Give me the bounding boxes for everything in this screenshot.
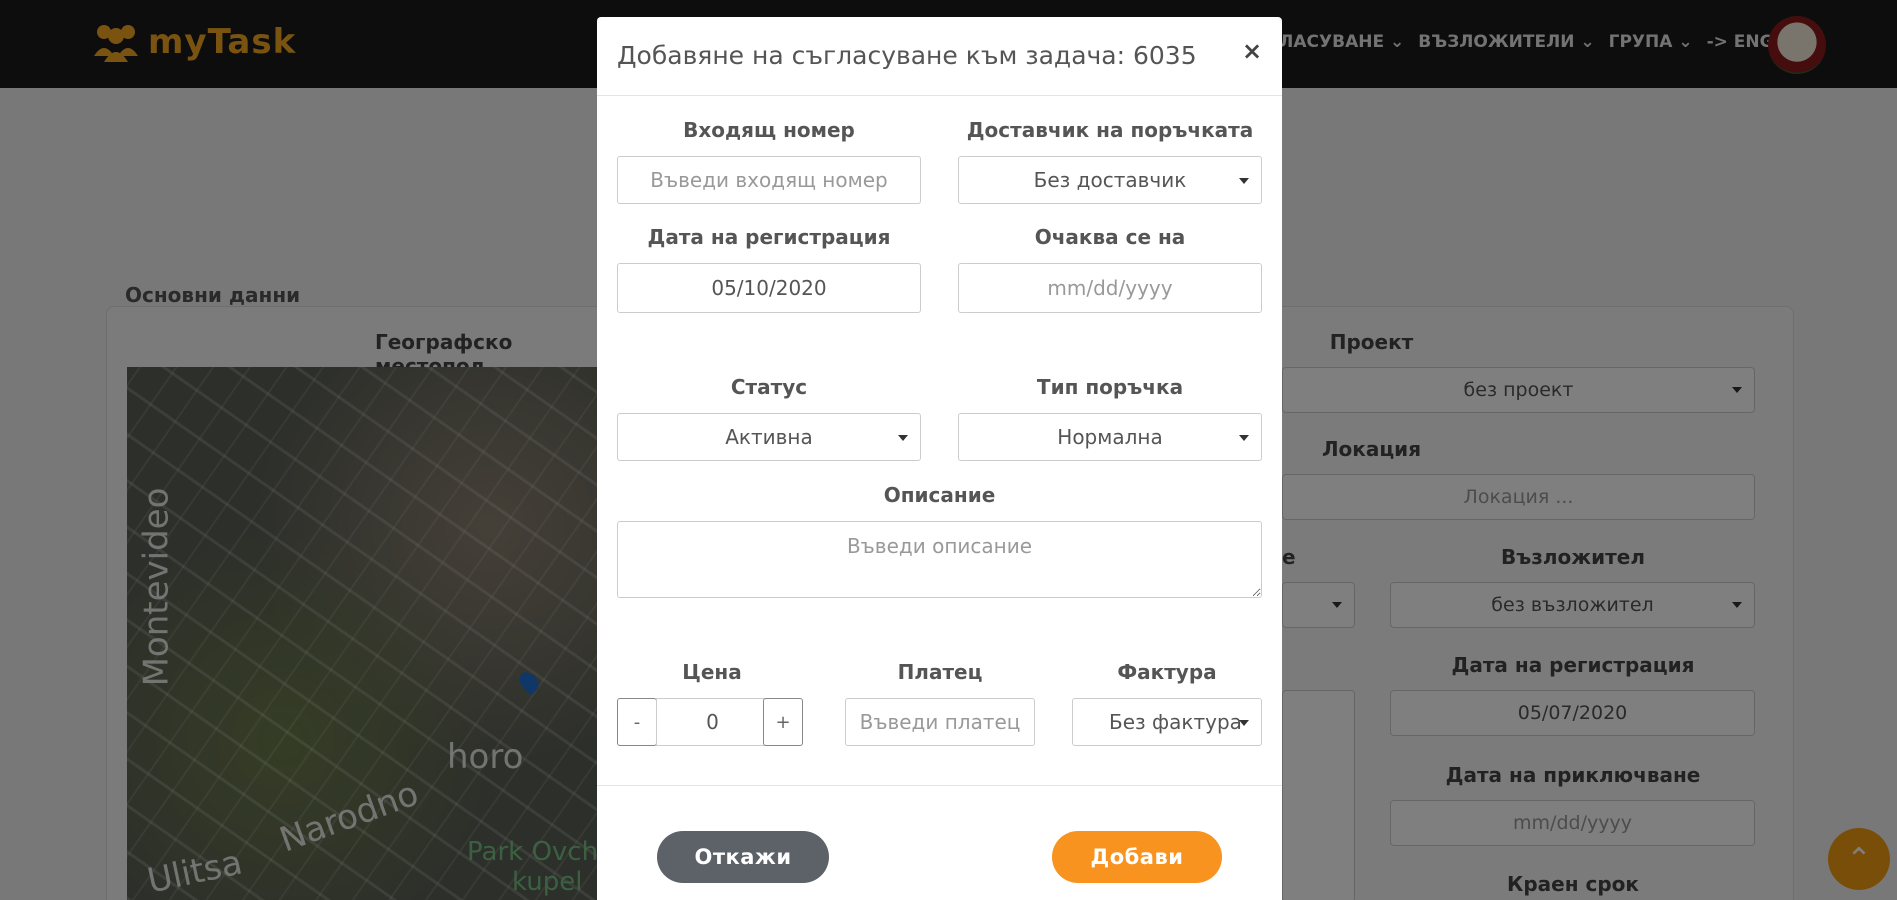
modal-header: Добавяне на съгласуване към задача: 6035… [597,17,1282,96]
cancel-button[interactable]: Откажи [657,831,829,883]
price-increment-button[interactable]: + [763,698,803,746]
price-input[interactable]: 0 [656,698,769,746]
modal-title: Добавяне на съгласуване към задача: 6035 [617,41,1197,70]
description-label: Описание [883,483,996,507]
invoice-select[interactable]: Без фактура [1072,698,1262,746]
caret-down-icon [1239,178,1249,184]
reg-date-label: Дата на регистрация [647,225,891,249]
invoice-value: Без фактура [1109,710,1242,734]
payer-label: Платец [897,660,983,684]
expected-date-label: Очаква се на [1034,225,1186,249]
status-label: Статус [730,375,808,399]
reg-date-input[interactable]: 05/10/2020 [617,263,921,313]
add-button[interactable]: Добави [1052,831,1222,883]
order-type-select[interactable]: Нормална [958,413,1262,461]
order-type-label: Тип поръчка [1036,375,1184,399]
add-agreement-modal: Добавяне на съгласуване към задача: 6035… [597,17,1282,900]
caret-down-icon [1239,720,1249,726]
price-decrement-button[interactable]: - [617,698,657,746]
supplier-label: Доставчик на поръчката [966,118,1254,142]
payer-input[interactable] [845,698,1035,746]
status-value: Активна [725,425,813,449]
incoming-number-input[interactable] [617,156,921,204]
close-icon[interactable]: × [1242,37,1262,65]
supplier-select[interactable]: Без доставчик [958,156,1262,204]
supplier-value: Без доставчик [1033,168,1187,192]
incoming-number-label: Входящ номер [683,118,855,142]
status-select[interactable]: Активна [617,413,921,461]
caret-down-icon [898,435,908,441]
caret-down-icon [1239,435,1249,441]
price-label: Цена [682,660,742,684]
order-type-value: Нормална [1057,425,1163,449]
expected-date-input[interactable]: mm/dd/yyyy [958,263,1262,313]
modal-footer-divider [597,785,1282,786]
invoice-label: Фактура [1117,660,1217,684]
description-textarea[interactable] [617,521,1262,598]
